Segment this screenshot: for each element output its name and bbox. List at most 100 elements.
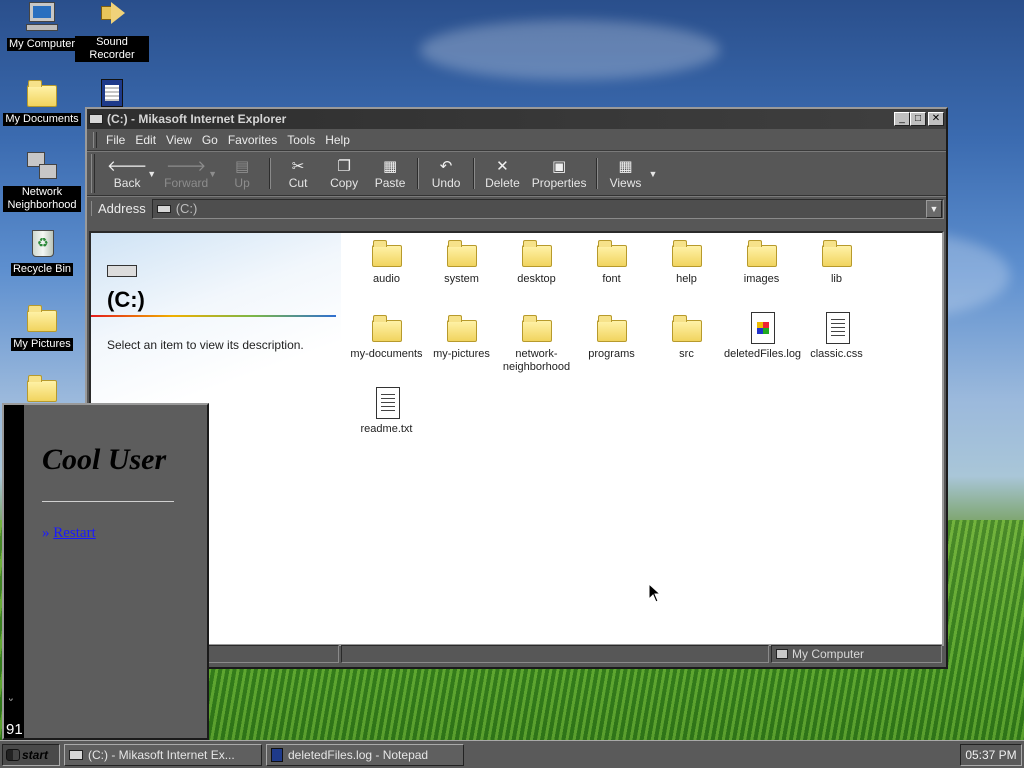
file-item-system[interactable]: system — [424, 237, 499, 286]
file-name: lib — [830, 273, 842, 285]
menu-help[interactable]: Help — [320, 133, 355, 147]
file-item-deletedfiles-log[interactable]: deletedFiles.log — [724, 312, 801, 361]
file-item-font[interactable]: font — [574, 237, 649, 286]
file-grid: audio system desktop font help images li… — [349, 233, 942, 644]
restart-menu-item[interactable]: » Restart — [42, 525, 96, 542]
delete-button[interactable]: ✕ Delete — [479, 154, 526, 193]
file-item-src[interactable]: src — [649, 312, 724, 361]
menu-favorites[interactable]: Favorites — [223, 133, 282, 147]
file-name: my-documents — [350, 348, 423, 360]
views-button[interactable]: ▦ Views — [602, 154, 648, 193]
file-name: network-neighborhood — [502, 348, 571, 373]
folder-icon — [820, 237, 854, 271]
desktop-icon-notepad[interactable] — [70, 77, 154, 111]
drive-icon — [89, 114, 103, 124]
network-icon — [25, 152, 59, 184]
explorer-window: (C:) - Mikasoft Internet Explorer _ □ ✕ … — [85, 107, 948, 669]
forward-dropdown-icon[interactable]: ▼ — [206, 154, 219, 193]
properties-label: Properties — [531, 175, 587, 190]
folder-icon — [445, 312, 479, 346]
address-dropdown-icon[interactable]: ▼ — [926, 199, 942, 218]
desktop-icon-network-neighborhood[interactable]: Network Neighborhood — [0, 152, 84, 212]
folder-view: (C:) Select an item to view its descript… — [89, 231, 944, 646]
scissors-icon: ✂ — [291, 157, 305, 175]
views-dropdown-icon[interactable]: ▼ — [646, 154, 659, 193]
back-dropdown-icon[interactable]: ▼ — [145, 154, 158, 193]
file-name: programs — [588, 348, 635, 360]
desktop-icon-folder[interactable] — [0, 372, 84, 406]
start-menu-banner: ᵕ 91 — [4, 405, 24, 738]
wallpaper-cloud — [420, 20, 720, 80]
forward-label: Forward — [164, 175, 209, 190]
computer-icon — [776, 649, 788, 659]
folder-icon — [370, 237, 404, 271]
cut-button[interactable]: ✂ Cut — [275, 154, 321, 193]
folder-icon — [745, 237, 779, 271]
up-button[interactable]: ▤ Up — [219, 154, 265, 193]
clock: 05:37 PM — [965, 747, 1017, 762]
undo-button[interactable]: ↶ Undo — [423, 154, 469, 193]
file-item-readme-txt[interactable]: readme.txt — [349, 387, 424, 436]
file-item-lib[interactable]: lib — [799, 237, 874, 286]
description-text: Select an item to view its description. — [107, 338, 304, 352]
desktop-icon-label: My Documents — [3, 113, 81, 126]
back-label: Back — [113, 175, 141, 190]
log-file-icon — [745, 312, 779, 346]
properties-button[interactable]: ▣ Properties — [526, 154, 593, 193]
recycle-bin-icon — [25, 227, 59, 259]
taskbar: start (C:) - Mikasoft Internet Ex... del… — [0, 740, 1024, 768]
menu-tools[interactable]: Tools — [282, 133, 320, 147]
notepad-icon — [271, 747, 283, 762]
desktop-icon-sound-recorder[interactable]: Sound Recorder — [70, 2, 154, 62]
file-item-network-neighborhood[interactable]: network-neighborhood — [499, 312, 574, 374]
restart-link[interactable]: Restart — [53, 525, 96, 541]
address-bar: Address (C:) ▼ — [87, 196, 946, 220]
start-button[interactable]: start — [2, 743, 60, 766]
toolbar: 🡐 Back ▼ 🡒 Forward ▼ ▤ Up ✂ Cut ❐ Copy ▦… — [87, 151, 946, 196]
paste-button[interactable]: ▦ Paste — [367, 154, 413, 193]
title-bar[interactable]: (C:) - Mikasoft Internet Explorer _ □ ✕ — [87, 109, 946, 129]
file-item-my-pictures[interactable]: my-pictures — [424, 312, 499, 361]
banner-glyph: ᵕ — [9, 695, 13, 706]
file-item-help[interactable]: help — [649, 237, 724, 286]
maximize-button[interactable]: □ — [910, 112, 926, 126]
file-item-audio[interactable]: audio — [349, 237, 424, 286]
copy-label: Copy — [330, 175, 359, 190]
minimize-button[interactable]: _ — [894, 112, 910, 126]
file-name: classic.css — [810, 348, 863, 360]
file-item-desktop[interactable]: desktop — [499, 237, 574, 286]
menu-edit[interactable]: Edit — [130, 133, 161, 147]
file-item-classic-css[interactable]: classic.css — [799, 312, 874, 361]
start-label: start — [22, 747, 49, 762]
folder-icon — [25, 77, 59, 109]
menu-go[interactable]: Go — [197, 133, 223, 147]
address-label: Address — [91, 201, 152, 216]
address-input[interactable]: (C:) — [151, 198, 944, 219]
folder-icon — [25, 302, 59, 334]
status-bar: My Computer — [89, 645, 944, 665]
restart-prefix: » — [42, 525, 50, 541]
file-name: font — [602, 273, 621, 285]
file-item-images[interactable]: images — [724, 237, 799, 286]
menu-file[interactable]: File — [101, 133, 130, 147]
undo-label: Undo — [431, 175, 461, 190]
file-name: images — [743, 273, 780, 285]
desktop-icon-recycle-bin[interactable]: Recycle Bin — [0, 227, 84, 276]
system-tray-clock[interactable]: 05:37 PM — [960, 743, 1022, 766]
up-label: Up — [234, 175, 250, 190]
menu-bar: File Edit View Go Favorites Tools Help — [87, 129, 946, 151]
taskbar-button-notepad[interactable]: deletedFiles.log - Notepad — [266, 743, 464, 766]
desktop-icon-my-pictures[interactable]: My Pictures — [0, 302, 84, 351]
color-divider — [91, 315, 336, 317]
menu-view[interactable]: View — [161, 133, 197, 147]
file-item-programs[interactable]: programs — [574, 312, 649, 361]
delete-x-icon: ✕ — [496, 157, 509, 175]
drive-icon — [69, 749, 83, 760]
desktop-icon-label: Network Neighborhood — [3, 186, 81, 212]
folder-icon — [25, 372, 59, 404]
close-button[interactable]: ✕ — [928, 112, 944, 126]
copy-button[interactable]: ❐ Copy — [321, 154, 367, 193]
file-name: readme.txt — [360, 423, 413, 435]
file-item-my-documents[interactable]: my-documents — [349, 312, 424, 361]
taskbar-button-explorer[interactable]: (C:) - Mikasoft Internet Ex... — [64, 743, 262, 766]
